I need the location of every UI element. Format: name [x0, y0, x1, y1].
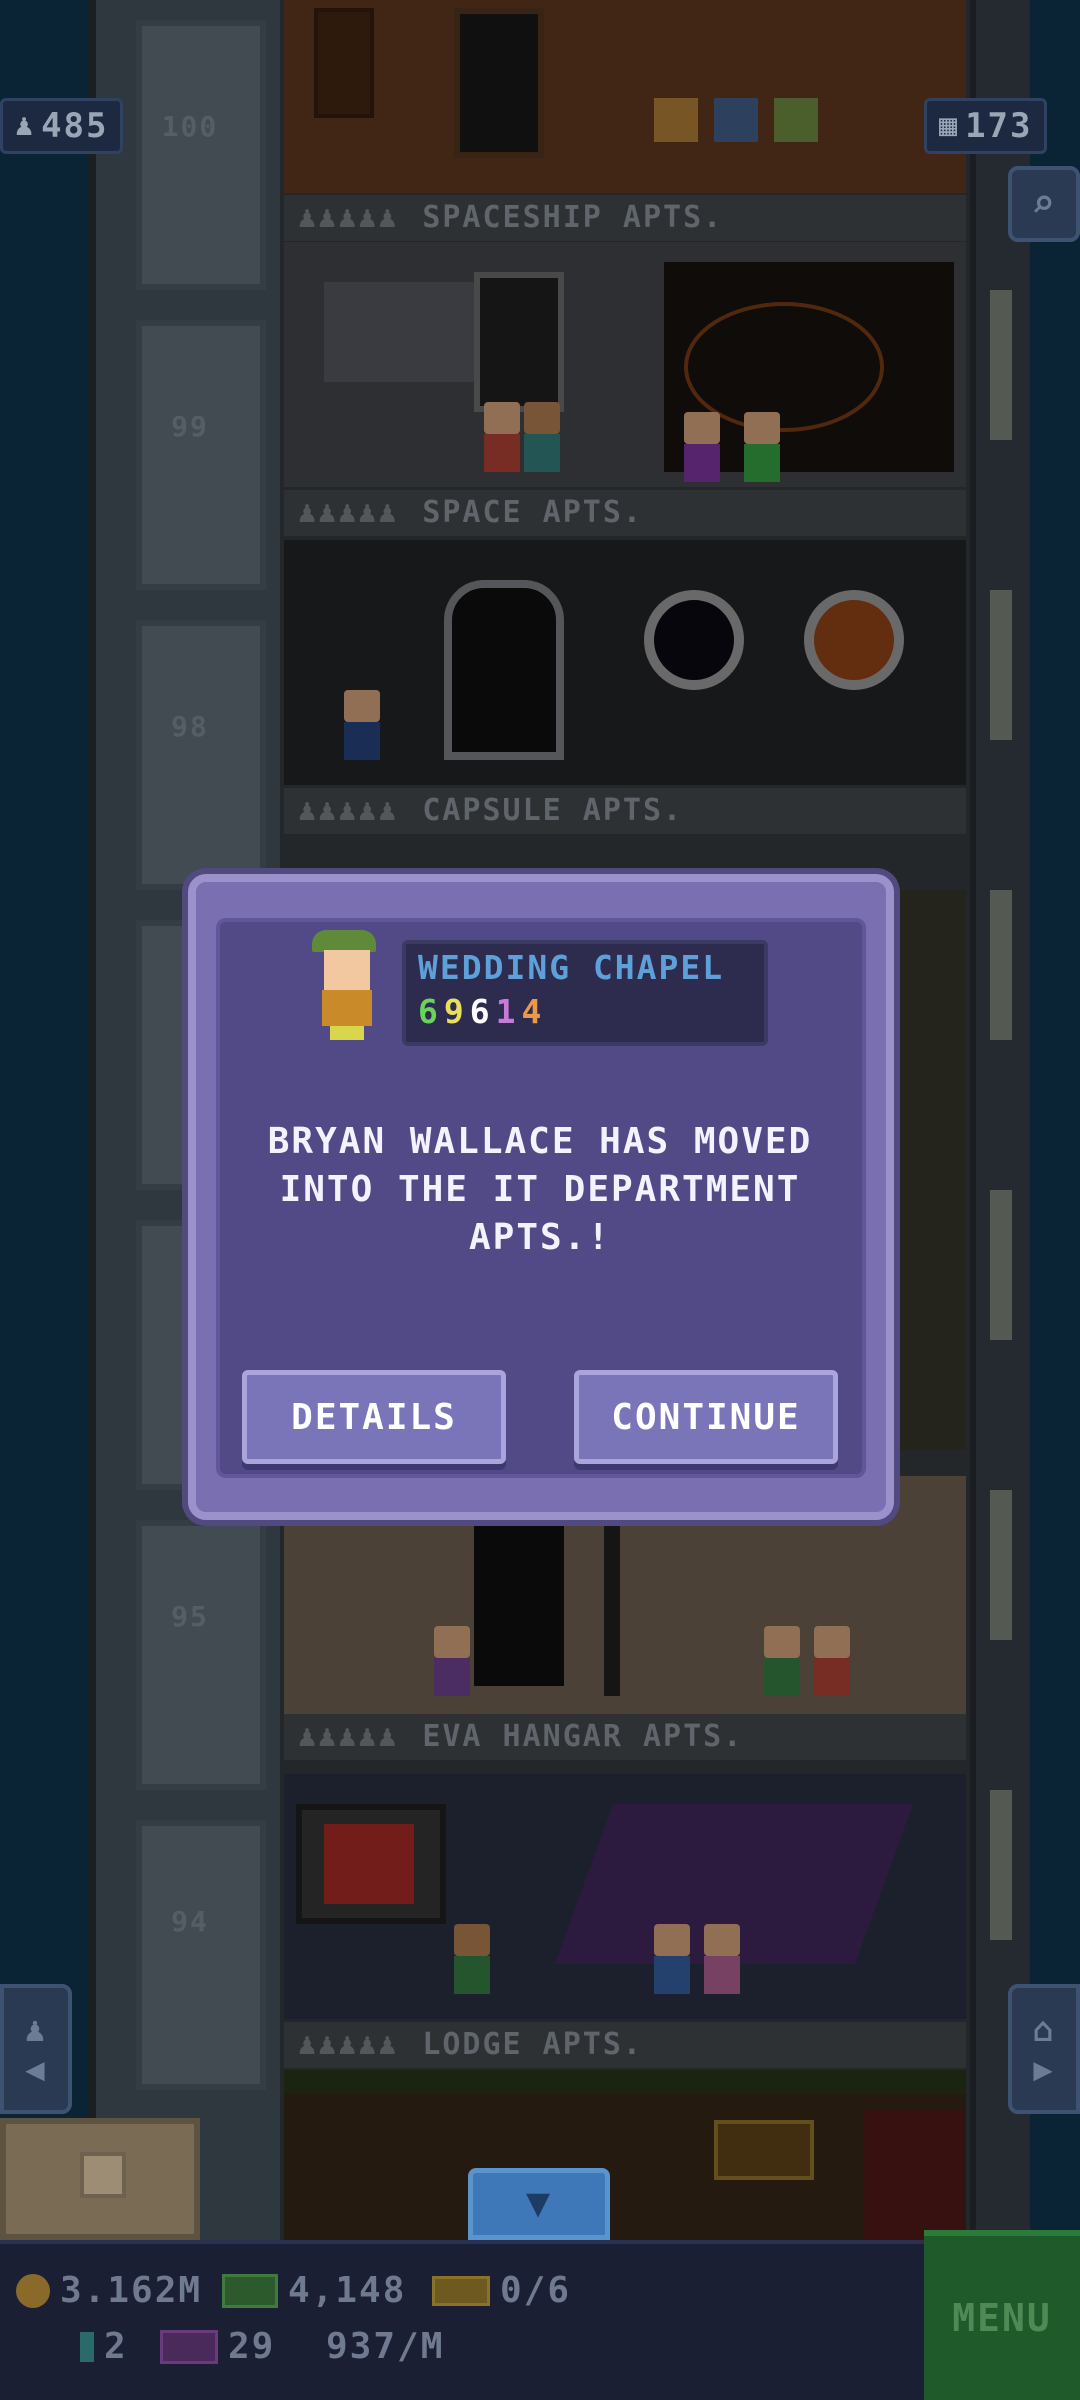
search-button[interactable]: ⌕ — [1008, 166, 1080, 242]
floor-count-value: 173 — [965, 106, 1033, 146]
menu-label: MENU — [952, 2296, 1052, 2340]
hat — [312, 930, 376, 952]
arrow-right-icon: ▶ — [1033, 2050, 1055, 2088]
tickets-value: 0/6 — [500, 2270, 572, 2311]
face — [324, 950, 370, 990]
details-button[interactable]: DETAILS — [242, 1370, 506, 1464]
details-label: DETAILS — [291, 1396, 457, 1438]
menu-button[interactable]: MENU — [924, 2230, 1080, 2400]
bitizen-skill-digits: 6 9 6 1 4 — [418, 992, 543, 1031]
gems-stat[interactable]: 2 — [80, 2326, 128, 2367]
dialog-message: BRYAN WALLACE HAS MOVED INTO THE IT DEPA… — [267, 1121, 813, 1258]
building-icon: ▦ — [939, 108, 960, 143]
population-counter[interactable]: ♟ 485 — [0, 98, 124, 154]
coin-icon — [16, 2273, 50, 2308]
skill-digit: 6 — [469, 992, 492, 1031]
tv-icon — [160, 2329, 218, 2364]
skill-digit: 4 — [521, 992, 544, 1031]
chevron-down-icon: ▼ — [525, 2180, 553, 2226]
elevator-right-button[interactable]: ⌂ ▶ — [1008, 1984, 1080, 2114]
magnifier-icon: ⌕ — [1030, 181, 1058, 227]
coins-value: 3.162M — [60, 2270, 203, 2311]
person-icon: ♟ — [15, 108, 36, 143]
continue-label: CONTINUE — [611, 1396, 801, 1438]
population-value: 485 — [41, 106, 109, 146]
continue-button[interactable]: CONTINUE — [574, 1370, 838, 1464]
bux-stat[interactable]: 4,148 — [222, 2270, 406, 2311]
skill-digit: 6 — [418, 992, 440, 1031]
coins-stat[interactable]: 3.162M — [16, 2270, 202, 2311]
rate-value: 937/M — [326, 2326, 445, 2367]
legs — [330, 1026, 364, 1040]
box-icon — [80, 2152, 126, 2198]
tv-stat[interactable]: 29 — [160, 2326, 275, 2367]
skill-digit: 1 — [495, 992, 518, 1031]
scroll-down-button[interactable]: ▼ — [468, 2168, 610, 2240]
gems-value: 2 — [104, 2326, 128, 2367]
bitizen-info-box: WEDDING CHAPEL 6 9 6 1 4 — [402, 940, 768, 1046]
storage-chest-button[interactable] — [0, 2118, 200, 2240]
person-icon: ♟ — [24, 2010, 48, 2050]
arrow-left-icon: ◀ — [25, 2050, 47, 2088]
skill-digit: 9 — [443, 992, 466, 1031]
elevator-left-button[interactable]: ♟ ◀ — [0, 1984, 72, 2114]
floor-counter[interactable]: ▦ 173 — [924, 98, 1048, 154]
home-icon: ⌂ — [1032, 2010, 1056, 2050]
bottom-bar: 3.162M 4,148 0/6 2 29 937/M — [0, 2240, 1080, 2400]
bitizen-location: WEDDING CHAPEL — [418, 948, 725, 987]
tv-value: 29 — [228, 2326, 276, 2367]
bux-icon — [222, 2273, 278, 2308]
bitizen-avatar[interactable] — [312, 930, 378, 1042]
ticket-icon — [432, 2275, 490, 2306]
gem-icon — [80, 2331, 94, 2362]
bux-value: 4,148 — [288, 2270, 407, 2311]
tickets-stat[interactable]: 0/6 — [432, 2270, 571, 2311]
income-rate: 937/M — [326, 2326, 444, 2367]
shirt — [322, 990, 372, 1026]
